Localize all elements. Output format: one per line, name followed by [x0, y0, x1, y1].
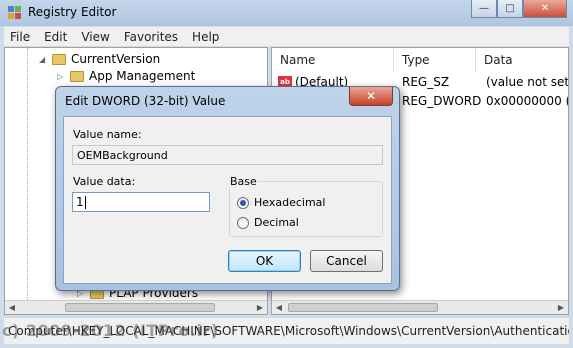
ok-button[interactable]: OK [228, 250, 301, 272]
radio-label: Hexadecimal [254, 196, 326, 209]
tree-item-label: App Management [89, 69, 196, 83]
dialog-close-button[interactable]: ✕ [349, 87, 393, 106]
folder-icon [70, 70, 84, 82]
window-title: Registry Editor [28, 5, 117, 19]
dialog-body: Value name: OEMBackground Value data: 1 … [63, 116, 392, 284]
value-type: REG_DWORD [402, 94, 482, 108]
radio-label: Decimal [254, 216, 299, 229]
menu-edit[interactable]: Edit [44, 30, 67, 44]
tree-guide-line [27, 48, 28, 314]
registry-editor-icon [8, 6, 21, 19]
radio-decimal[interactable]: Decimal [237, 216, 299, 229]
base-label: Base [228, 175, 259, 188]
close-button[interactable]: ✕ [523, 0, 567, 18]
value-data: 0x00000000 (0) [486, 94, 568, 108]
menu-help[interactable]: Help [192, 30, 219, 44]
folder-icon [52, 53, 66, 65]
scroll-thumb[interactable] [288, 303, 438, 312]
column-header-data[interactable]: Data [476, 48, 568, 72]
menu-bar: File Edit View Favorites Help [4, 27, 569, 46]
caption-buttons: — □ ✕ [471, 0, 567, 18]
menu-favorites[interactable]: Favorites [124, 30, 178, 44]
value-name-label: Value name: [73, 128, 142, 141]
radio-selected-icon[interactable] [237, 196, 249, 209]
menu-file[interactable]: File [10, 30, 30, 44]
expand-icon[interactable]: ▷ [57, 72, 65, 81]
tree-item-currentversion[interactable]: ◢ CurrentVersion [39, 50, 160, 68]
minimize-button[interactable]: — [471, 0, 497, 18]
tree-item-label: CurrentVersion [71, 52, 161, 66]
scroll-right-icon[interactable]: ▶ [554, 301, 568, 314]
tree-item-app-management[interactable]: ▷ App Management [57, 67, 195, 85]
scroll-right-icon[interactable]: ▶ [253, 301, 267, 314]
collapse-icon[interactable]: ◢ [39, 55, 47, 64]
column-header-name[interactable]: Name [272, 48, 394, 72]
scroll-thumb[interactable] [65, 303, 215, 312]
tree-horizontal-scrollbar[interactable]: ◀ ▶ [5, 300, 267, 314]
value-data-text: 1 [76, 195, 84, 209]
dialog-title: Edit DWORD (32-bit) Value [65, 94, 226, 108]
watermark-text: c) 2009-2012 (ITPro.ir) [2, 321, 219, 340]
radio-unselected-icon[interactable] [237, 216, 249, 229]
edit-dword-dialog: Edit DWORD (32-bit) Value ✕ Value name: … [55, 86, 400, 291]
column-header-type[interactable]: Type [394, 48, 476, 72]
cancel-button[interactable]: Cancel [310, 250, 383, 272]
value-type: REG_SZ [402, 75, 450, 89]
list-horizontal-scrollbar[interactable]: ◀ ▶ [272, 300, 568, 314]
radio-hexadecimal[interactable]: Hexadecimal [237, 196, 325, 209]
title-bar[interactable]: Registry Editor — □ ✕ [0, 0, 573, 26]
value-data: (value not set) [486, 75, 569, 89]
menu-view[interactable]: View [81, 30, 109, 44]
text-caret [84, 195, 86, 209]
value-data-input[interactable]: 1 [72, 192, 210, 212]
scroll-left-icon[interactable]: ◀ [272, 301, 286, 314]
value-name-field: OEMBackground [72, 145, 383, 165]
maximize-button[interactable]: □ [497, 0, 523, 18]
scroll-left-icon[interactable]: ◀ [5, 301, 19, 314]
value-data-label: Value data: [73, 175, 136, 188]
